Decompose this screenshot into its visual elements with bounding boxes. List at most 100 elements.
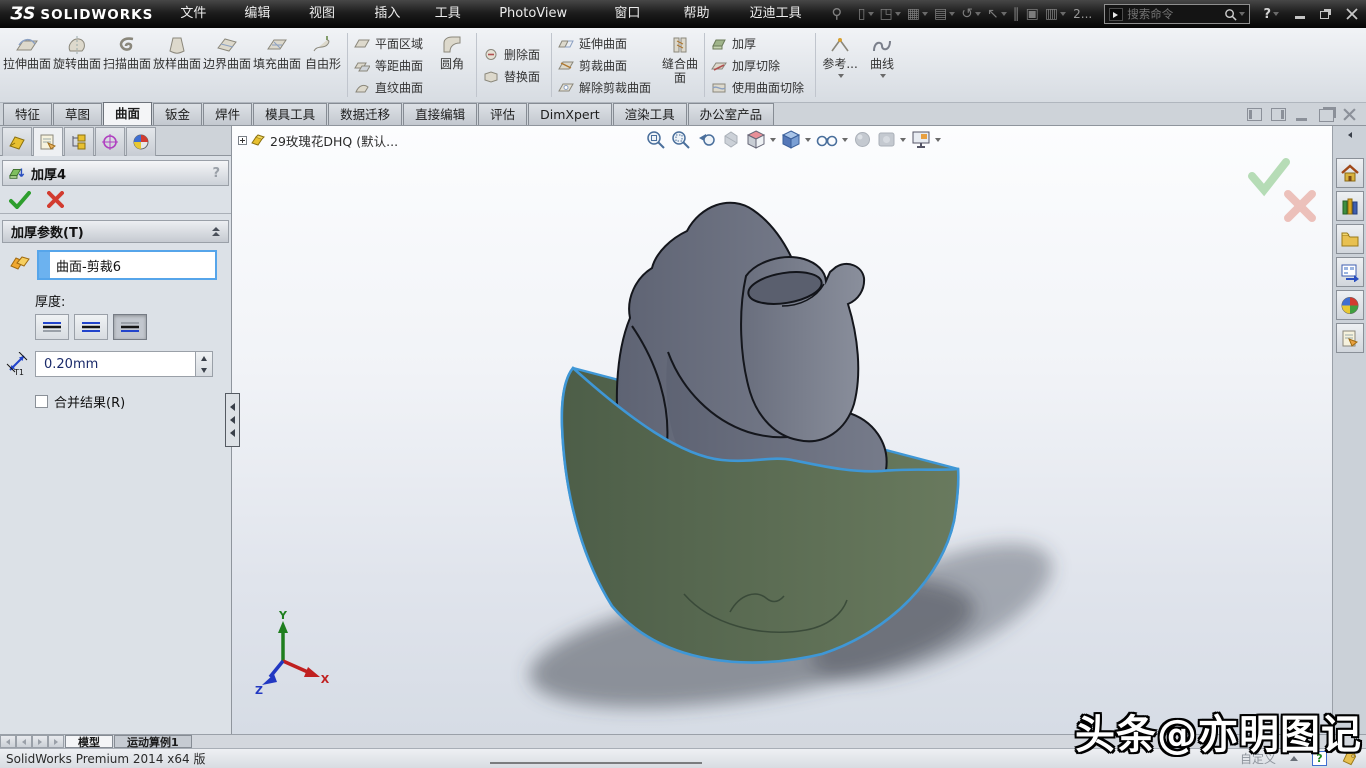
help-button[interactable]: ? — [1258, 7, 1284, 22]
confirm-cancel-button[interactable] — [1288, 194, 1312, 218]
tab-sketch[interactable]: 草图 — [53, 103, 102, 125]
cut-with-surface-button[interactable]: 使用曲面切除 — [708, 76, 812, 98]
select-button[interactable]: ↖ — [984, 6, 1010, 22]
thicken-side2-option[interactable] — [113, 314, 147, 340]
menu-file[interactable]: 文件(F) — [169, 0, 233, 28]
previous-view-button[interactable] — [696, 130, 716, 149]
confirm-ok-button[interactable] — [1252, 162, 1286, 190]
restore-button[interactable] — [1318, 7, 1334, 21]
feature-tree-root-row[interactable]: 29玫瑰花DHQ (默认... — [238, 131, 398, 150]
curves-button[interactable]: 曲线 — [861, 30, 903, 100]
menu-insert[interactable]: 插入(I) — [363, 0, 423, 28]
solidworks-resources-button[interactable] — [1336, 158, 1364, 188]
section-view-button[interactable] — [721, 130, 741, 149]
replace-face-button[interactable]: 替换面 — [480, 65, 548, 87]
dropdown-caret-icon[interactable] — [900, 138, 906, 142]
toolbar-overflow-label[interactable]: 2... — [1073, 7, 1092, 21]
tab-direct-editing[interactable]: 直接编辑 — [403, 103, 477, 125]
thickened-cut-button[interactable]: 加厚切除 — [708, 54, 812, 76]
zoom-to-area-button[interactable] — [671, 130, 691, 149]
lofted-surface-button[interactable]: 放样曲面 — [152, 30, 202, 100]
filled-surface-button[interactable]: 填充曲面 — [252, 30, 302, 100]
tab-sheet-metal[interactable]: 钣金 — [153, 103, 202, 125]
file-explorer-button[interactable] — [1336, 224, 1364, 254]
delete-face-button[interactable]: 删除面 — [480, 43, 548, 65]
feature-manager-tab[interactable] — [2, 127, 32, 156]
configuration-manager-tab[interactable] — [64, 127, 94, 156]
thicken-button[interactable]: 加厚 — [708, 32, 812, 54]
motion-study-tab[interactable]: 运动算例1 — [114, 735, 192, 748]
model-tab[interactable]: 模型 — [65, 735, 113, 748]
print-button[interactable]: ▤ — [931, 6, 958, 22]
document-restore-button[interactable] — [1319, 109, 1334, 122]
new-document-button[interactable]: ▯ — [855, 6, 877, 22]
toggle-left-pane-button[interactable] — [1247, 108, 1262, 121]
view-orientation-button[interactable] — [746, 130, 776, 149]
revolve-surface-button[interactable]: 旋转曲面 — [52, 30, 102, 100]
properties-button[interactable]: ▣ — [1023, 6, 1042, 22]
tab-next-button[interactable] — [32, 735, 48, 748]
dimxpert-manager-tab[interactable] — [95, 127, 125, 156]
spinner-up-button[interactable] — [196, 352, 212, 364]
tab-mold-tools[interactable]: 模具工具 — [253, 103, 327, 125]
reference-geometry-button[interactable]: 参考... — [819, 30, 861, 100]
appearances-scenes-button[interactable] — [1336, 290, 1364, 320]
graphics-viewport[interactable]: Y X Z 29玫瑰花DHQ (默认... — [232, 126, 1332, 734]
planar-surface-button[interactable]: 平面区域 — [351, 32, 431, 54]
freeform-button[interactable]: 自由形 — [302, 30, 344, 100]
knit-surface-button[interactable]: 缝合曲面 — [659, 30, 701, 100]
undo-button[interactable]: ↺ — [958, 6, 984, 22]
tab-data-migration[interactable]: 数据迁移 — [328, 103, 402, 125]
hide-show-items-button[interactable] — [816, 130, 848, 149]
tab-last-button[interactable] — [48, 735, 64, 748]
thicken-both-sides-option[interactable] — [74, 314, 108, 340]
extend-surface-button[interactable]: 延伸曲面 — [555, 32, 659, 54]
tab-features[interactable]: 特征 — [3, 103, 52, 125]
offset-surface-button[interactable]: 等距曲面 — [351, 54, 431, 76]
apply-scene-button[interactable] — [877, 130, 906, 149]
document-close-button[interactable] — [1343, 108, 1356, 121]
options-button[interactable]: ▥ — [1042, 6, 1069, 22]
tab-office-products[interactable]: 办公室产品 — [688, 103, 775, 125]
boundary-surface-button[interactable]: 边界曲面 — [202, 30, 252, 100]
trim-surface-button[interactable]: 剪裁曲面 — [555, 54, 659, 76]
property-help-button[interactable]: ? — [212, 166, 223, 181]
tab-first-button[interactable] — [0, 735, 16, 748]
display-style-button[interactable] — [781, 130, 811, 149]
swept-surface-button[interactable]: 扫描曲面 — [102, 30, 152, 100]
thickness-input[interactable] — [35, 351, 195, 377]
menu-tools[interactable]: 工具(T) — [424, 0, 488, 28]
selected-surface-item[interactable]: 曲面-剪裁6 — [50, 252, 215, 278]
view-palette-button[interactable] — [1336, 257, 1364, 287]
tab-render-tools[interactable]: 渲染工具 — [613, 103, 687, 125]
surface-selection-listbox[interactable]: 曲面-剪裁6 — [37, 250, 217, 280]
fillet-button[interactable]: 圆角 — [431, 30, 473, 100]
tab-evaluate[interactable]: 评估 — [478, 103, 527, 125]
search-icon[interactable] — [1224, 8, 1237, 21]
menu-maidi-tools[interactable]: 迈迪工具集 — [739, 0, 824, 28]
pin-menu-icon[interactable] — [829, 6, 845, 22]
close-button[interactable] — [1344, 7, 1360, 21]
panel-splitter-handle[interactable] — [225, 393, 240, 447]
tab-dimxpert[interactable]: DimXpert — [528, 103, 612, 125]
menu-view[interactable]: 视图(V) — [298, 0, 363, 28]
tab-weldments[interactable]: 焊件 — [203, 103, 252, 125]
view-settings-button[interactable] — [911, 130, 941, 149]
search-dropdown-icon[interactable] — [1239, 12, 1245, 16]
spinner-down-button[interactable] — [196, 364, 212, 376]
display-manager-tab[interactable] — [126, 127, 156, 156]
custom-properties-button[interactable] — [1336, 323, 1364, 353]
menu-help[interactable]: 帮助(H) — [673, 0, 739, 28]
tab-surfaces[interactable]: 曲面 — [103, 102, 152, 125]
edit-appearance-button[interactable] — [853, 130, 872, 149]
open-button[interactable]: ◳ — [877, 6, 904, 22]
zoom-fit-button[interactable] — [646, 130, 666, 149]
thicken-side1-option[interactable] — [35, 314, 69, 340]
property-manager-tab[interactable] — [33, 127, 63, 156]
merge-result-checkbox[interactable] — [35, 395, 48, 408]
tree-expand-icon[interactable] — [238, 136, 247, 145]
untrim-surface-button[interactable]: 解除剪裁曲面 — [555, 76, 659, 98]
cancel-button[interactable] — [47, 191, 64, 208]
ruled-surface-button[interactable]: 直纹曲面 — [351, 76, 431, 98]
menu-photoview360[interactable]: PhotoView 360 — [488, 0, 603, 28]
